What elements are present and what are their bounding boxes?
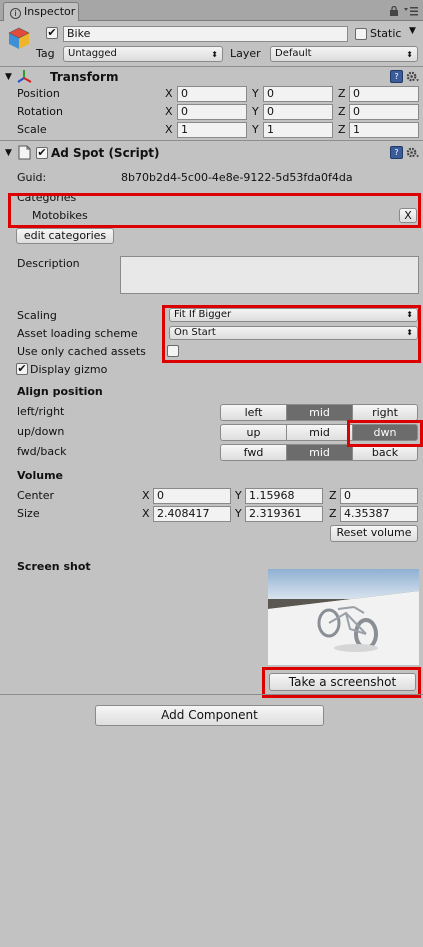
inspector-tab[interactable]: i Inspector (3, 2, 79, 21)
axis-x-label: X (165, 87, 173, 100)
layer-dropdown[interactable]: Default ⬍ (270, 46, 418, 62)
transform-rotation-x-field[interactable]: 0 (177, 104, 247, 120)
axis-z-label: Z (329, 507, 337, 520)
panel-menu-icon[interactable] (404, 6, 418, 16)
align-up-down-up-button[interactable]: up (220, 424, 287, 441)
center-z-field[interactable]: 0 (340, 488, 418, 504)
divider (0, 140, 423, 141)
gear-icon[interactable] (406, 146, 419, 159)
guid-label: Guid: (17, 171, 47, 184)
transform-position-y-field[interactable]: 0 (263, 86, 333, 102)
axis-z-label: Z (329, 489, 337, 502)
object-name-field[interactable]: Bike (63, 26, 348, 42)
adspot-foldout-icon[interactable]: ▼ (5, 148, 12, 158)
scaling-label: Scaling (17, 309, 57, 322)
gear-icon[interactable] (406, 70, 419, 83)
description-label: Description (17, 257, 80, 270)
static-checkbox[interactable] (355, 28, 367, 40)
layer-value: Default (275, 48, 312, 59)
transform-position-z-field[interactable]: 0 (349, 86, 419, 102)
axis-z-label: Z (338, 105, 346, 118)
screenshot-title: Screen shot (17, 560, 91, 573)
axis-z-label: Z (338, 123, 346, 136)
align-up-down-mid-button[interactable]: mid (286, 424, 353, 441)
axis-y-label: Y (235, 507, 242, 520)
tag-label: Tag (36, 47, 55, 60)
help-icon[interactable]: ? (390, 70, 403, 83)
static-dropdown-arrow-icon[interactable]: ▼ (409, 26, 416, 36)
transform-rotation-z-field[interactable]: 0 (349, 104, 419, 120)
size-z-field[interactable]: 4.35387 (340, 506, 418, 522)
transform-scale-label: Scale (17, 123, 47, 136)
highlight-box (347, 420, 423, 447)
center-x-field[interactable]: 0 (153, 488, 231, 504)
transform-axes-icon (17, 70, 32, 83)
align-left-right-right-button[interactable]: right (352, 404, 418, 421)
dropdown-arrow-icon: ⬍ (211, 50, 218, 59)
tag-dropdown[interactable]: Untagged ⬍ (63, 46, 223, 62)
adspot-enabled-checkbox[interactable]: ✔ (36, 147, 48, 159)
axis-y-label: Y (252, 123, 259, 136)
volume-title: Volume (17, 469, 63, 482)
align-left-right-left-button[interactable]: left (220, 404, 287, 421)
transform-rotation-label: Rotation (17, 105, 64, 118)
display-gizmo-checkbox[interactable]: ✔ (16, 363, 28, 375)
divider (0, 694, 423, 695)
transform-scale-x-field[interactable]: 1 (177, 122, 247, 138)
align-fwd-back-label: fwd/back (17, 445, 67, 458)
dropdown-arrow-icon: ⬍ (406, 50, 413, 59)
inspector-tab-label: Inspector (24, 5, 76, 18)
axis-y-label: Y (252, 105, 259, 118)
axis-y-label: Y (235, 489, 242, 502)
align-fwd-back-fwd-button[interactable]: fwd (220, 444, 287, 461)
active-checkbox[interactable]: ✔ (46, 27, 58, 39)
transform-title: Transform (50, 70, 119, 84)
script-file-icon (18, 145, 31, 160)
transform-scale-y-field[interactable]: 1 (263, 122, 333, 138)
axis-x-label: X (165, 123, 173, 136)
transform-position-label: Position (17, 87, 60, 100)
axis-x-label: X (142, 507, 150, 520)
size-y-field[interactable]: 2.319361 (245, 506, 323, 522)
align-up-down-label: up/down (17, 425, 65, 438)
transform-foldout-icon[interactable]: ▼ (5, 72, 12, 82)
align-left-right-label: left/right (17, 405, 65, 418)
align-left-right-mid-button[interactable]: mid (286, 404, 353, 421)
adspot-title: Ad Spot (Script) (51, 146, 160, 160)
transform-position-x-field[interactable]: 0 (177, 86, 247, 102)
highlight-box (8, 193, 421, 228)
center-y-field[interactable]: 1.15968 (245, 488, 323, 504)
info-icon: i (10, 8, 21, 19)
axis-y-label: Y (252, 87, 259, 100)
axis-z-label: Z (338, 87, 346, 100)
center-label: Center (17, 489, 55, 502)
divider (0, 66, 423, 67)
screenshot-preview-image (268, 569, 419, 665)
add-component-button[interactable]: Add Component (95, 705, 324, 726)
layer-label: Layer (230, 47, 261, 60)
transform-rotation-y-field[interactable]: 0 (263, 104, 333, 120)
gameobject-cube-icon (8, 27, 30, 49)
transform-scale-z-field[interactable]: 1 (349, 122, 419, 138)
align-position-title: Align position (17, 385, 103, 398)
lock-icon[interactable] (389, 6, 399, 16)
edit-categories-button[interactable]: edit categories (16, 228, 114, 244)
asset-loading-label: Asset loading scheme (17, 327, 138, 340)
axis-x-label: X (142, 489, 150, 502)
axis-x-label: X (165, 105, 173, 118)
guid-value: 8b70b2d4-5c00-4e8e-9122-5d53fda0f4da (121, 171, 353, 184)
static-label: Static (370, 27, 402, 40)
description-textarea[interactable] (120, 256, 419, 294)
reset-volume-button[interactable]: Reset volume (330, 525, 418, 542)
size-label: Size (17, 507, 40, 520)
display-gizmo-label: Display gizmo (30, 363, 108, 376)
size-x-field[interactable]: 2.408417 (153, 506, 231, 522)
highlight-box (162, 305, 421, 363)
inspector-tab-bar: i Inspector (0, 0, 423, 21)
help-icon[interactable]: ? (390, 146, 403, 159)
tag-value: Untagged (68, 48, 117, 59)
align-fwd-back-mid-button[interactable]: mid (286, 444, 353, 461)
cached-assets-label: Use only cached assets (17, 345, 146, 358)
